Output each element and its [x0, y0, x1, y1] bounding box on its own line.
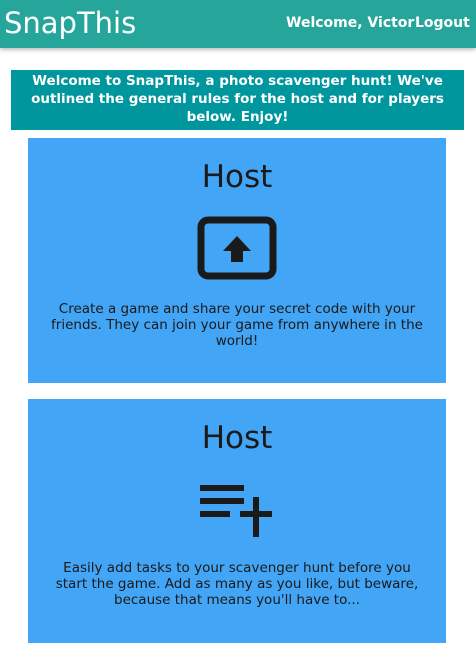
welcome-banner: Welcome to SnapThis, a photo scavenger h… [11, 70, 464, 130]
welcome-user-link[interactable]: Welcome, Victor [286, 14, 414, 32]
host-create-game-card: Host Create a game and share your secret… [28, 138, 446, 383]
playlist-add-icon [200, 485, 272, 537]
brand-logo-link[interactable]: SnapThis [4, 4, 136, 42]
card-title: Host [201, 159, 273, 195]
card-description: Easily add tasks to your scavenger hunt … [55, 560, 419, 608]
card-description: Create a game and share your secret code… [51, 301, 423, 349]
top-navbar: SnapThis Welcome, Victor Logout [0, 0, 476, 48]
welcome-banner-text: Welcome to SnapThis, a photo scavenger h… [31, 73, 444, 125]
logout-link[interactable]: Logout [415, 14, 470, 32]
upload-screen-icon [197, 216, 277, 280]
card-title: Host [201, 420, 273, 456]
host-add-tasks-card: Host Easily add tasks to your scavenger … [28, 399, 446, 643]
